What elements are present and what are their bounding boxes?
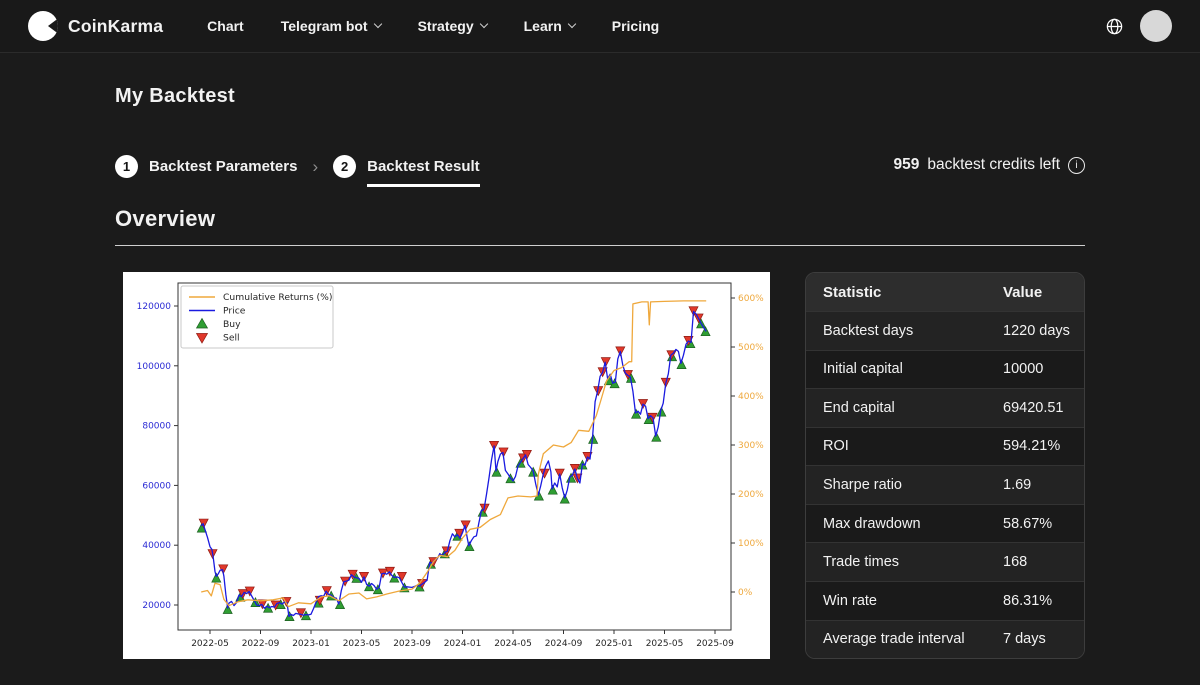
stat-value: 7 days <box>1003 631 1084 647</box>
credits-left: 959 backtest credits left i <box>893 156 1085 174</box>
stat-value: 168 <box>1003 554 1084 570</box>
y-right-tick-label: 600% <box>738 294 764 304</box>
chevron-down-icon <box>568 20 576 28</box>
nav-item-learn[interactable]: Learn <box>524 18 575 34</box>
avatar[interactable] <box>1140 10 1172 42</box>
y-right-tick-label: 0% <box>738 588 753 598</box>
y-left-tick-label: 60000 <box>142 481 171 491</box>
nav-item-label: Learn <box>524 18 562 34</box>
chevron-down-icon <box>373 20 381 28</box>
x-tick-label: 2025-05 <box>646 639 684 649</box>
stat-label: ROI <box>806 438 1003 454</box>
table-row: ROI594.21% <box>806 427 1084 466</box>
navbar: CoinKarma Chart Telegram bot Strategy Learn… <box>0 0 1200 53</box>
stats-table: Statistic Value Backtest days1220 daysIn… <box>805 272 1085 659</box>
stats-table-header: Statistic Value <box>806 273 1084 311</box>
stat-label: Sharpe ratio <box>806 477 1003 493</box>
globe-icon[interactable] <box>1105 17 1124 36</box>
stat-label: Win rate <box>806 593 1003 609</box>
nav-item-strategy[interactable]: Strategy <box>418 18 487 34</box>
stat-label: Max drawdown <box>806 516 1003 532</box>
nav-item-telegram-bot[interactable]: Telegram bot <box>281 18 381 34</box>
main-nav: Chart Telegram bot Strategy Learn Pricing <box>207 18 659 34</box>
info-circle-icon[interactable]: i <box>1068 157 1085 174</box>
x-tick-label: 2025-09 <box>696 639 734 649</box>
stat-value: 594.21% <box>1003 438 1084 454</box>
brand-name[interactable]: CoinKarma <box>68 16 163 37</box>
main-content: My Backtest 1 Backtest Parameters › 2 Ba… <box>0 85 1200 659</box>
y-right-tick-label: 500% <box>738 343 764 353</box>
backtest-chart: 2022-05 2022-09 2023-01 2023-05 2023-09 2024-… <box>123 272 770 659</box>
nav-item-label: Strategy <box>418 18 474 34</box>
stepper: 1 Backtest Parameters › 2 Backtest Resul… <box>115 155 480 178</box>
x-tick-label: 2022-05 <box>191 639 229 649</box>
chart-canvas: 2022-05 2022-09 2023-01 2023-05 2023-09 2024-… <box>123 272 770 659</box>
legend-label: Sell <box>223 333 240 344</box>
x-tick-label: 2023-05 <box>343 639 381 649</box>
y-right-tick-label: 400% <box>738 392 764 402</box>
table-row: Max drawdown58.67% <box>806 504 1084 543</box>
credits-count: 959 <box>893 156 919 174</box>
legend-label: Buy <box>223 319 241 330</box>
stat-label: End capital <box>806 400 1003 416</box>
stat-label: Backtest days <box>806 323 1003 339</box>
step-1-number: 1 <box>115 155 138 178</box>
x-tick-label: 2025-01 <box>595 639 633 649</box>
x-tick-label: 2024-09 <box>545 639 583 649</box>
stat-value: 1220 days <box>1003 323 1084 339</box>
x-tick-label: 2024-05 <box>494 639 532 649</box>
step-2-label: Backtest Result <box>367 158 480 175</box>
y-right-tick-label: 100% <box>738 539 764 549</box>
overview-content: 2022-05 2022-09 2023-01 2023-05 2023-09 2024-… <box>115 272 1085 659</box>
section-title: Overview <box>115 206 1085 232</box>
step-backtest-parameters[interactable]: 1 Backtest Parameters <box>115 155 297 178</box>
table-row: Win rate86.31% <box>806 581 1084 620</box>
step-backtest-result[interactable]: 2 Backtest Result <box>333 155 480 178</box>
step-2-number: 2 <box>333 155 356 178</box>
legend-label: Cumulative Returns (%) <box>223 292 332 303</box>
nav-item-chart[interactable]: Chart <box>207 18 244 34</box>
stats-header-value: Value <box>1003 284 1084 301</box>
nav-item-label: Telegram bot <box>281 18 368 34</box>
nav-item-label: Chart <box>207 18 244 34</box>
y-left-tick-label: 20000 <box>142 601 171 611</box>
stat-value: 1.69 <box>1003 477 1084 493</box>
stepper-row: 1 Backtest Parameters › 2 Backtest Resul… <box>115 155 1085 178</box>
stat-label: Trade times <box>806 554 1003 570</box>
stat-value: 58.67% <box>1003 516 1084 532</box>
table-row: Sharpe ratio1.69 <box>806 465 1084 504</box>
table-row: End capital69420.51 <box>806 388 1084 427</box>
stat-value: 86.31% <box>1003 593 1084 609</box>
stat-value: 10000 <box>1003 361 1084 377</box>
chevron-down-icon <box>479 20 487 28</box>
brand-logo-icon[interactable] <box>28 11 58 41</box>
credits-text: backtest credits left <box>927 156 1060 174</box>
nav-item-pricing[interactable]: Pricing <box>612 18 659 34</box>
y-left-tick-label: 100000 <box>137 362 172 372</box>
table-row: Average trade interval7 days <box>806 620 1084 659</box>
x-tick-label: 2022-09 <box>242 639 280 649</box>
y-left-tick-label: 40000 <box>142 541 171 551</box>
y-right-tick-label: 300% <box>738 441 764 451</box>
chevron-right-icon: › <box>312 155 318 178</box>
x-tick-label: 2023-09 <box>393 639 431 649</box>
table-row: Backtest days1220 days <box>806 311 1084 350</box>
y-left-tick-label: 120000 <box>137 302 172 312</box>
stat-value: 69420.51 <box>1003 400 1084 416</box>
table-row: Initial capital10000 <box>806 350 1084 389</box>
stat-label: Average trade interval <box>806 631 1003 647</box>
y-right-tick-label: 200% <box>738 490 764 500</box>
stats-header-statistic: Statistic <box>806 284 1003 301</box>
legend-label: Price <box>223 306 246 317</box>
x-tick-label: 2023-01 <box>292 639 330 649</box>
stat-label: Initial capital <box>806 361 1003 377</box>
section-divider <box>115 245 1085 246</box>
step-1-label: Backtest Parameters <box>149 158 297 175</box>
table-row: Trade times168 <box>806 542 1084 581</box>
x-tick-label: 2024-01 <box>444 639 482 649</box>
y-left-tick-label: 80000 <box>142 422 171 432</box>
nav-item-label: Pricing <box>612 18 659 34</box>
page-title: My Backtest <box>115 85 1085 108</box>
